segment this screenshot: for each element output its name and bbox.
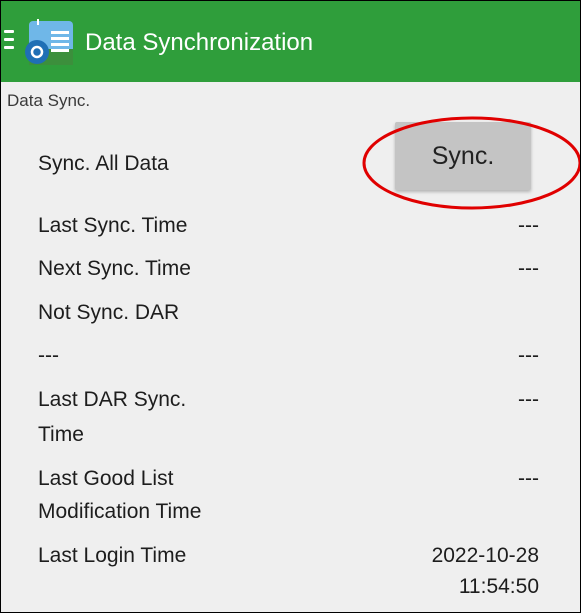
app-title: Data Synchronization [85, 29, 314, 56]
menu-icon[interactable] [4, 30, 14, 50]
last-login-clock: 11:54:50 [458, 575, 539, 598]
last-sync-time-value: --- [518, 214, 539, 237]
dar-entry-label: --- [38, 344, 59, 367]
screen: Data Synchronization Data Sync. Sync. Al… [0, 0, 581, 613]
last-good-list-mod-time-label-line1: Last Good List [38, 467, 174, 490]
last-good-list-mod-time-label-line2: Modification Time [38, 500, 202, 523]
app-bar: Data Synchronization [1, 1, 580, 82]
last-sync-time-label: Last Sync. Time [38, 214, 188, 237]
sync-all-label: Sync. All Data [38, 152, 169, 175]
not-sync-dar-label: Not Sync. DAR [38, 301, 180, 324]
dar-entry-value: --- [518, 344, 539, 367]
last-good-list-mod-time-value: --- [518, 467, 539, 490]
next-sync-time-label: Next Sync. Time [38, 257, 191, 280]
last-login-time-label: Last Login Time [38, 544, 187, 567]
last-dar-sync-time-label-line1: Last DAR Sync. [38, 388, 187, 411]
section-label: Data Sync. [7, 91, 91, 110]
last-login-date: 2022-10-28 [431, 544, 539, 567]
next-sync-time-value: --- [518, 257, 539, 280]
sync-button[interactable]: Sync. [395, 122, 531, 190]
app-logo-icon [25, 19, 73, 65]
last-dar-sync-time-label-line2: Time [38, 423, 84, 446]
last-dar-sync-time-value: --- [518, 388, 539, 411]
